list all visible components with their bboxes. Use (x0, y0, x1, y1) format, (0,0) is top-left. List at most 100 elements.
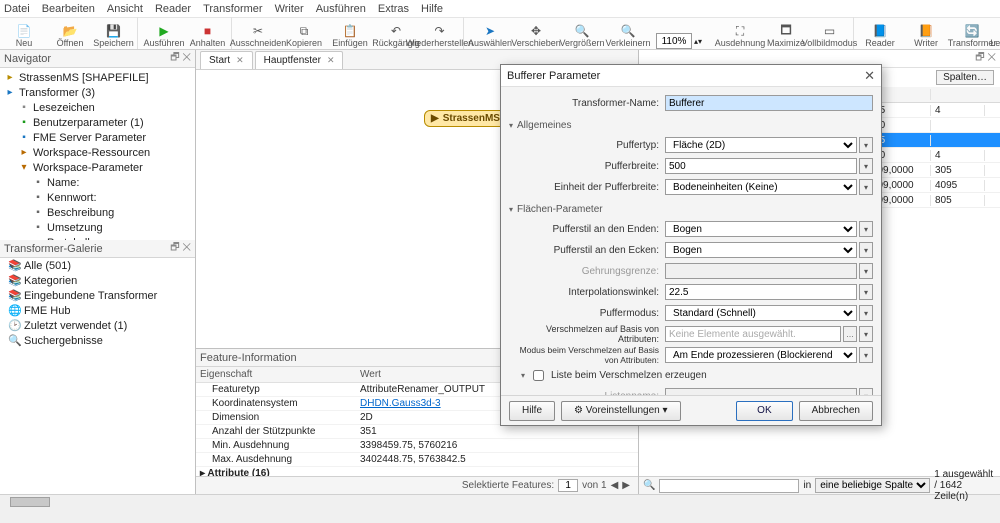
horizontal-scrollbar[interactable] (0, 494, 1000, 509)
gallery-item[interactable]: 📚Kategorien (0, 273, 195, 288)
transformer-name-input[interactable] (665, 95, 873, 111)
kopieren-button[interactable]: ⧉Kopieren (282, 17, 326, 49)
nav-item[interactable]: ▪Kennwort: (0, 190, 195, 205)
dropdown-icon[interactable]: ▾ (859, 221, 873, 237)
menu-hilfe[interactable]: Hilfe (421, 3, 443, 15)
verschmelzen-attr-input[interactable] (665, 326, 841, 342)
dropdown-icon[interactable]: ▾ (859, 179, 873, 195)
presets-button[interactable]: ⚙ Voreinstellungen ▾ (561, 401, 681, 421)
neu-button[interactable]: 📄Neu (2, 17, 46, 49)
dropdown-icon[interactable]: ▾ (859, 242, 873, 258)
anhalten-button[interactable]: ■Anhalten (188, 17, 232, 49)
vergroessern-button[interactable]: 🔍Vergrößern (560, 17, 604, 49)
vollbild-button[interactable]: ▭Vollbildmodus (810, 17, 854, 49)
dropdown-icon[interactable]: ▾ (859, 326, 873, 342)
pufferbreite-input[interactable] (665, 158, 857, 174)
group-allgemeines[interactable]: Allgemeines (509, 117, 873, 133)
tab-start[interactable]: Start✕ (200, 51, 253, 69)
columns-button[interactable]: Spalten… (936, 70, 994, 85)
gallery-item[interactable]: 📚Alle (501) (0, 258, 195, 273)
feature-row[interactable]: Max. Ausdehnung3402448.75, 5763842.5 (196, 453, 638, 467)
ecken-select[interactable]: Bogen (665, 242, 857, 258)
auswaehlen-button[interactable]: ➤Auswählen (468, 17, 512, 49)
close-icon[interactable]: ✕ (864, 68, 875, 84)
panel-controls[interactable]: 🗗 ✕ (170, 240, 191, 257)
dropdown-icon[interactable]: ▾ (859, 347, 873, 363)
help-button[interactable]: Hilfe (509, 401, 555, 421)
verschmelzen-modus-select[interactable]: Am Ende prozessieren (Blockierend (665, 347, 857, 363)
nav-item[interactable]: ▾Workspace-Parameter (0, 160, 195, 175)
einheit-select[interactable]: Bodeneinheiten (Keine) (665, 179, 857, 195)
ausschneiden-button[interactable]: ✂Ausschneiden (236, 17, 280, 49)
nav-item[interactable]: ▪Lesezeichen (0, 100, 195, 115)
verkleinern-button[interactable]: 🔍Verkleinern (606, 17, 650, 49)
transformer-gallery[interactable]: 📚Alle (501)📚Kategorien📚Eingebundene Tran… (0, 258, 195, 494)
feature-row[interactable]: ▸ Attribute (16) (196, 467, 638, 476)
gallery-item[interactable]: 🕑Zuletzt verwendet (1) (0, 318, 195, 333)
menu-ausführen[interactable]: Ausführen (316, 3, 366, 15)
dropdown-icon[interactable]: ▾ (859, 137, 873, 153)
ausdehnung-button[interactable]: ⛶Ausdehnung (718, 17, 762, 49)
menu-transformer[interactable]: Transformer (203, 3, 263, 15)
more-icon[interactable]: … (843, 326, 857, 342)
wiederherstellen-button[interactable]: ↷Wiederherstellen (420, 17, 464, 49)
group-flaechen[interactable]: Flächen-Parameter (509, 201, 873, 217)
ok-button[interactable]: OK (736, 401, 792, 421)
menu-writer[interactable]: Writer (275, 3, 304, 15)
close-icon[interactable]: ✕ (327, 55, 335, 66)
menu-bearbeiten[interactable]: Bearbeiten (42, 3, 95, 15)
search-input[interactable] (659, 479, 799, 493)
feature-row[interactable]: Anzahl der Stützpunkte351 (196, 425, 638, 439)
next-icon[interactable]: ▶ (622, 480, 630, 491)
nav-item[interactable]: ▪Umsetzung (0, 220, 195, 235)
close-icon[interactable]: ✕ (236, 55, 244, 66)
reader-node[interactable]: ▶ StrassenMS (424, 110, 507, 127)
transformer-button[interactable]: 🔄Transformer (950, 17, 994, 49)
menu-extras[interactable]: Extras (378, 3, 409, 15)
nav-item[interactable]: ▸Workspace-Ressourcen (0, 145, 195, 160)
search-icon[interactable]: 🔍 (643, 480, 655, 491)
verschieben-button[interactable]: ✥Verschieben (514, 17, 558, 49)
dialog-titlebar[interactable]: Bufferer Parameter✕ (501, 65, 881, 87)
dropdown-icon[interactable]: ▾ (859, 158, 873, 174)
prev-icon[interactable]: ◀ (611, 480, 619, 491)
ausfuehren-button[interactable]: ▶Ausführen (142, 17, 186, 49)
panel-controls[interactable]: 🗗 ✕ (170, 50, 191, 67)
tab-hauptfenster[interactable]: Hauptfenster✕ (255, 51, 344, 69)
feature-info-footer: Selektierte Features: von 1 ◀ ▶ (196, 476, 638, 494)
nav-item[interactable]: ▸Transformer (3) (0, 85, 195, 100)
winkel-input[interactable] (665, 284, 857, 300)
menu-ansicht[interactable]: Ansicht (107, 3, 143, 15)
feature-row[interactable]: Min. Ausdehnung3398459.75, 5760216 (196, 439, 638, 453)
lesezeichen-button[interactable]: 🔖Lesezeichen (996, 17, 1000, 49)
zoom-input[interactable] (656, 33, 692, 49)
menu-datei[interactable]: Datei (4, 3, 30, 15)
feature-index-input[interactable] (558, 479, 578, 492)
dropdown-icon[interactable]: ▾ (859, 284, 873, 300)
search-column-select[interactable]: eine beliebige Spalte (815, 478, 930, 493)
nav-item[interactable]: ▪FME Server Parameter (0, 130, 195, 145)
puffertyp-select[interactable]: Fläche (2D) (665, 137, 857, 153)
writer-button[interactable]: 📙Writer (904, 17, 948, 49)
dropdown-icon[interactable]: ▾ (859, 305, 873, 321)
nav-item[interactable]: ▸StrassenMS [SHAPEFILE] (0, 70, 195, 85)
speichern-button[interactable]: 💾Speichern (94, 17, 138, 49)
gallery-item[interactable]: 📚Eingebundene Transformer (0, 288, 195, 303)
liste-checkbox[interactable] (533, 370, 544, 381)
navigator-tree[interactable]: ▸StrassenMS [SHAPEFILE]▸Transformer (3)▪… (0, 68, 195, 240)
enden-select[interactable]: Bogen (665, 221, 857, 237)
nav-item[interactable]: ▪Benutzerparameter (1) (0, 115, 195, 130)
menu-reader[interactable]: Reader (155, 3, 191, 15)
gallery-header: Transformer-Galerie🗗 ✕ (0, 240, 195, 258)
modus-select[interactable]: Standard (Schnell) (665, 305, 857, 321)
nav-item[interactable]: ▪Beschreibung (0, 205, 195, 220)
cancel-button[interactable]: Abbrechen (799, 401, 873, 421)
nav-item[interactable]: ▪Name: (0, 175, 195, 190)
reader-button[interactable]: 📘Reader (858, 17, 902, 49)
oeffnen-button[interactable]: 📂Öffnen (48, 17, 92, 49)
bufferer-parameter-dialog: Bufferer Parameter✕ Transformer-Name: Al… (500, 64, 882, 426)
einfuegen-button[interactable]: 📋Einfügen (328, 17, 372, 49)
gallery-item[interactable]: 🌐FME Hub (0, 303, 195, 318)
gallery-item[interactable]: 🔍Suchergebnisse (0, 333, 195, 348)
gear-icon: ⚙ (574, 405, 583, 416)
